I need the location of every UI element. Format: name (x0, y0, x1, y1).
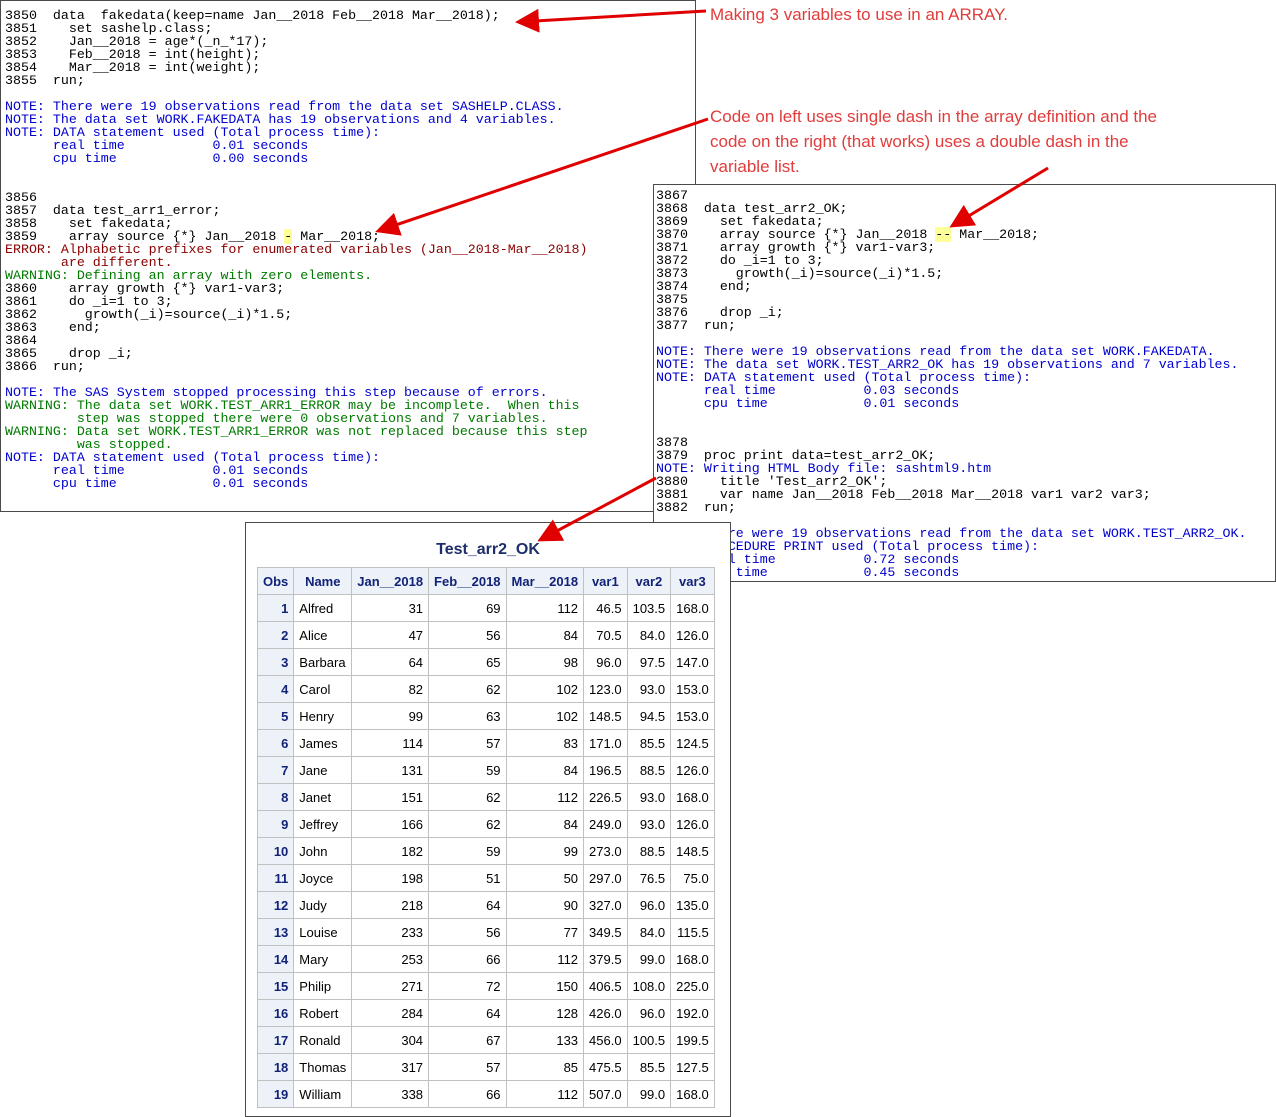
arrows-layer (375, 8, 1049, 542)
arrow-to-data-fakedata (515, 8, 707, 33)
arrow-to-single-dash (375, 117, 709, 236)
arrow-to-double-dash (949, 166, 1049, 228)
arrow-to-report-title (537, 476, 657, 542)
